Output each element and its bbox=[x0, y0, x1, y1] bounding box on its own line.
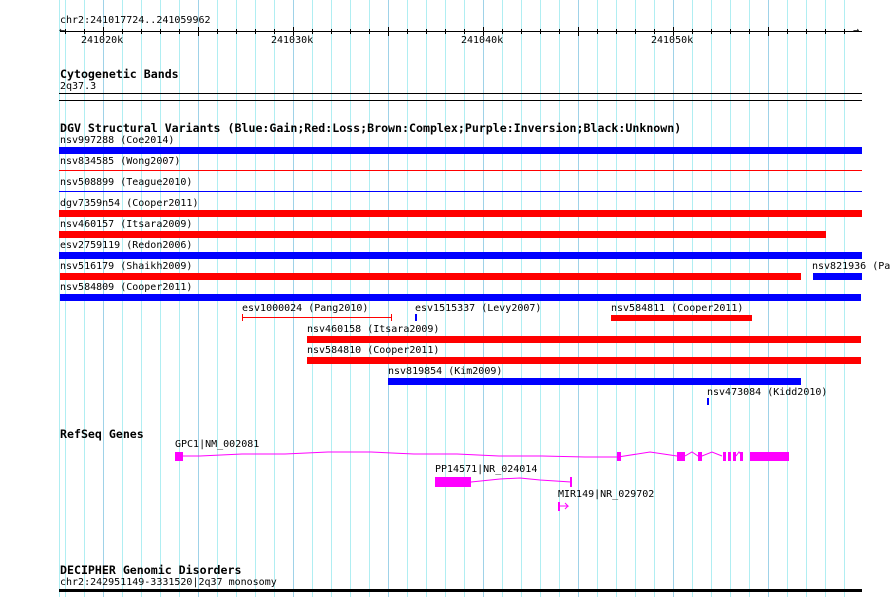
mir149-exon bbox=[558, 502, 560, 511]
exon bbox=[617, 452, 621, 461]
intron bbox=[470, 477, 572, 483]
track-title: DECIPHER Genomic Disorders bbox=[60, 563, 242, 577]
intron bbox=[183, 451, 678, 458]
exon bbox=[750, 452, 789, 461]
exon bbox=[677, 452, 685, 461]
gene-models[interactable] bbox=[0, 0, 890, 597]
exon bbox=[175, 452, 183, 461]
decipher-feature[interactable] bbox=[59, 589, 862, 592]
decipher-item-label[interactable]: chr2:242951149-3331520|2q37 monosomy bbox=[60, 577, 277, 588]
exon bbox=[435, 477, 471, 487]
strand-arrow-icon bbox=[560, 502, 570, 507]
